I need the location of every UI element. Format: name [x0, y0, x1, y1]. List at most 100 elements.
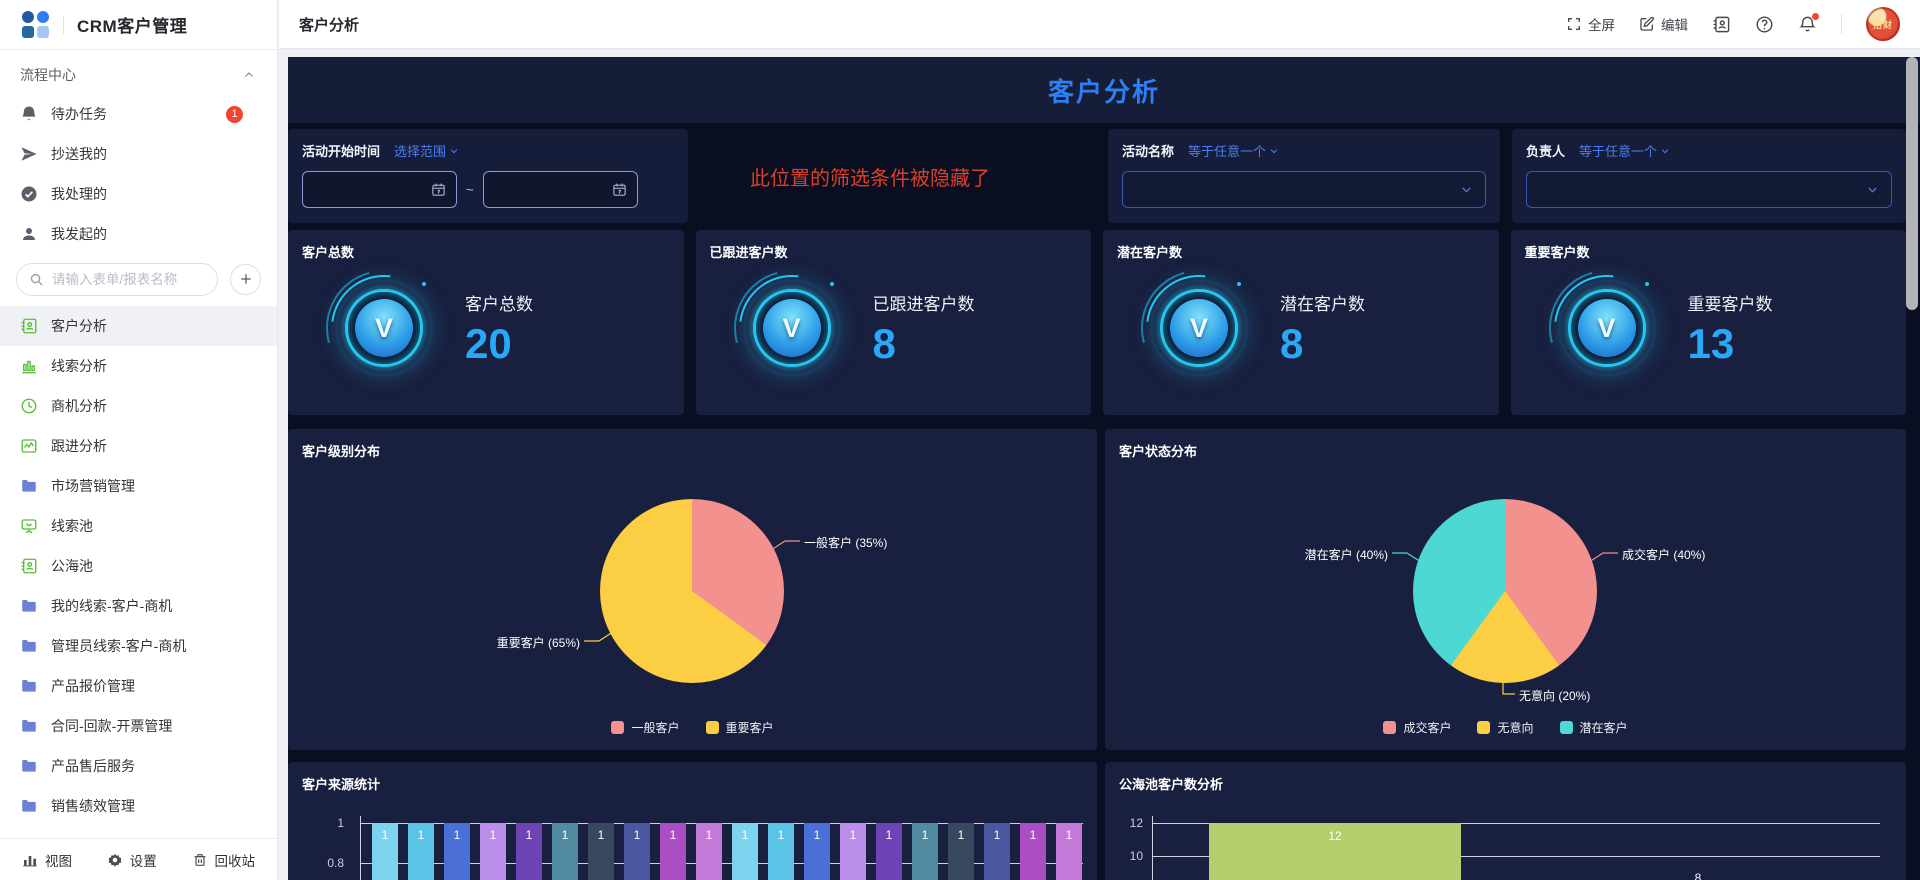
bar[interactable]: 1 [948, 823, 974, 880]
bar-value-label: 1 [696, 828, 722, 842]
sidebar-item-opportunity-analysis[interactable]: 商机分析 [0, 386, 277, 426]
bar-public-pool[interactable]: 12 [1209, 823, 1461, 880]
sidebar-item-marketing-management[interactable]: 市场营销管理 [0, 466, 277, 506]
sidebar-item-sales-performance[interactable]: 销售绩效管理 [0, 786, 277, 826]
sidebar-item-contract-invoice[interactable]: 合同-回款-开票管理 [0, 706, 277, 746]
bar[interactable]: 1 [876, 823, 902, 880]
sidebar-item-started-by-me[interactable]: 我发起的 [0, 214, 277, 254]
sidebar-item-lead-analysis[interactable]: 线索分析 [0, 346, 277, 386]
owner-condition-link[interactable]: 等于任意一个 [1579, 141, 1670, 160]
sidebar-item-label: 我的线索-客户-商机 [51, 596, 172, 616]
footer-item-recycle-bin[interactable]: 回收站 [192, 850, 256, 870]
sidebar-section-process-center[interactable]: 流程中心 [0, 56, 277, 94]
dashboard-banner: 客户分析 [288, 57, 1920, 123]
legend-item[interactable]: 成交客户 [1383, 719, 1451, 736]
footer-item-views[interactable]: 视图 [22, 850, 72, 870]
footer-item-settings[interactable]: 设置 [107, 850, 157, 870]
bar[interactable]: 1 [732, 823, 758, 880]
form-search-input[interactable] [52, 272, 205, 287]
hidden-filter-notice: 此位置的筛选条件被隐藏了 [750, 162, 990, 191]
date-range-link[interactable]: 选择范围 [394, 141, 459, 160]
chevron-up-icon[interactable] [243, 69, 255, 81]
sidebar-item-lead-pool[interactable]: 线索池 [0, 506, 277, 546]
filter-label: 活动名称 [1122, 141, 1174, 160]
fullscreen-button[interactable]: 全屏 [1566, 14, 1615, 34]
bar[interactable]: 1 [408, 823, 434, 880]
notifications-button[interactable] [1798, 15, 1817, 34]
add-form-button[interactable] [230, 264, 261, 295]
sidebar-item-my-leads-customers[interactable]: 我的线索-客户-商机 [0, 586, 277, 626]
owner-select[interactable] [1526, 171, 1892, 208]
bar-value-label: 1 [768, 828, 794, 842]
sidebar-item-customer-analysis[interactable]: 客户分析 [0, 306, 277, 346]
chart-public-pool-customer-analysis: 公海池客户数分析 12 10 12 8 [1105, 762, 1906, 880]
bar[interactable]: 1 [768, 823, 794, 880]
bar[interactable]: 1 [912, 823, 938, 880]
pie-callout: 成交客户 (40%) [1622, 546, 1705, 563]
folder-icon [20, 797, 38, 815]
bar-value-label: 1 [552, 828, 578, 842]
stat-value: 20 [465, 323, 533, 365]
bar-value-label: 1 [1056, 828, 1082, 842]
bar[interactable]: 1 [660, 823, 686, 880]
bar[interactable]: 1 [588, 823, 614, 880]
bar[interactable]: 1 [444, 823, 470, 880]
filter-label: 活动开始时间 [302, 141, 380, 160]
legend-item[interactable]: 潜在客户 [1560, 719, 1628, 736]
fullscreen-icon [1566, 16, 1582, 32]
end-date-input[interactable] [483, 171, 638, 208]
bar[interactable]: 1 [372, 823, 398, 880]
sidebar-item-label: 商机分析 [51, 396, 107, 416]
sidebar-item-followup-analysis[interactable]: 跟进分析 [0, 426, 277, 466]
sidebar-item-label: 待办任务 [51, 104, 107, 124]
stat-value: 8 [1280, 323, 1365, 365]
bar[interactable]: 1 [1056, 823, 1082, 880]
bar-value-label: 1 [480, 828, 506, 842]
legend-item[interactable]: 重要客户 [706, 719, 774, 736]
app-title: CRM客户管理 [77, 12, 187, 37]
bar[interactable]: 1 [480, 823, 506, 880]
help-button[interactable] [1755, 15, 1774, 34]
sidebar-item-admin-leads-customers[interactable]: 管理员线索-客户-商机 [0, 626, 277, 666]
start-date-input[interactable] [302, 171, 457, 208]
form-search-box[interactable] [16, 263, 218, 296]
bar[interactable]: 1 [984, 823, 1010, 880]
legend-item[interactable]: 一般客户 [611, 719, 679, 736]
bar-value-label: 12 [1209, 829, 1461, 843]
sidebar: CRM客户管理 流程中心 待办任务 1 抄送我的 我处理的 我发起的 [0, 0, 278, 880]
pie-customer-status [1413, 499, 1597, 683]
bar[interactable]: 1 [624, 823, 650, 880]
bar[interactable]: 1 [804, 823, 830, 880]
scrollbar-thumb[interactable] [1906, 57, 1918, 310]
dashboard-title: 客户分析 [1048, 72, 1160, 109]
bar-value-label: 1 [516, 828, 542, 842]
bar[interactable]: 1 [516, 823, 542, 880]
trash-icon [192, 852, 208, 868]
pie-charts-row: 客户级别分布 一般客户 (35%) 重要客户 (65%) 一般客户 重要客户 [288, 429, 1906, 750]
stat-card-followed-customers: 已跟进客户数 V 已跟进客户数 8 [696, 230, 1092, 415]
bar[interactable]: 1 [1020, 823, 1046, 880]
activity-name-select[interactable] [1122, 171, 1486, 208]
sidebar-item-cc-to-me[interactable]: 抄送我的 [0, 134, 277, 174]
sidebar-item-handled-by-me[interactable]: 我处理的 [0, 174, 277, 214]
legend-item[interactable]: 无意向 [1477, 719, 1533, 736]
sidebar-item-after-sales[interactable]: 产品售后服务 [0, 746, 277, 786]
bar[interactable]: 1 [696, 823, 722, 880]
bar[interactable]: 1 [840, 823, 866, 880]
send-icon [20, 145, 38, 163]
sidebar-item-todo-tasks[interactable]: 待办任务 1 [0, 94, 277, 134]
contact-book-icon [1712, 15, 1731, 34]
sidebar-item-product-quotation[interactable]: 产品报价管理 [0, 666, 277, 706]
edit-button[interactable]: 编辑 [1639, 14, 1688, 34]
activity-condition-link[interactable]: 等于任意一个 [1188, 141, 1279, 160]
contact-book-button[interactable] [1712, 15, 1731, 34]
filter-activity-name: 活动名称 等于任意一个 [1108, 129, 1500, 223]
bar-value-label: 1 [840, 828, 866, 842]
sidebar-item-label: 产品报价管理 [51, 676, 135, 696]
chart-customer-status-distribution: 客户状态分布 成交客户 (40%) 无意向 (20%) 潜在客户 (40%) 成… [1105, 429, 1906, 750]
sidebar-item-public-sea-pool[interactable]: 公海池 [0, 546, 277, 586]
bar[interactable]: 1 [552, 823, 578, 880]
stat-label: 潜在客户数 [1280, 290, 1365, 315]
stat-label: 已跟进客户数 [873, 290, 975, 315]
user-avatar[interactable]: 招财 [1866, 7, 1900, 41]
